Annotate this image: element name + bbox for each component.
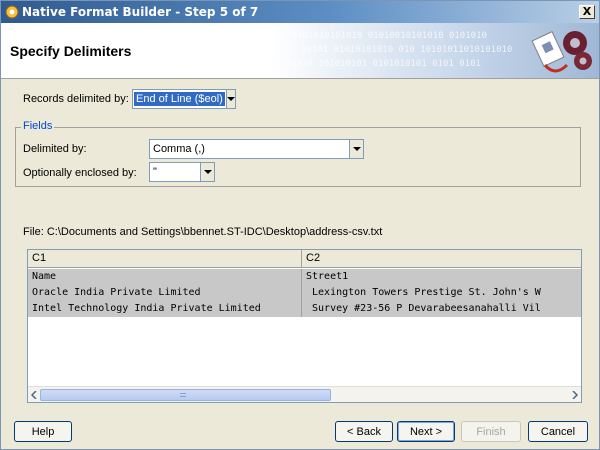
finish-button[interactable]: Finish [461,421,521,442]
enclosed-by-label: Optionally enclosed by: [23,167,137,179]
app-icon [5,5,19,19]
table-cell: Name [28,269,302,285]
records-delimited-label: Records delimited by: [23,93,129,105]
data-preview-table[interactable]: C1 C2 Name Street1 Oracle India Private … [27,249,582,403]
scroll-thumb[interactable] [40,388,331,401]
horizontal-scrollbar[interactable] [28,386,581,402]
table-row[interactable]: Intel Technology India Private Limited S… [28,301,581,317]
wizard-window: Native Format Builder - Step 5 of 7 X 01… [0,0,600,450]
page-title: Specify Delimiters [10,43,132,59]
enclosed-dropdown-arrow[interactable] [200,163,214,181]
back-button[interactable]: < Back [335,421,393,442]
chevron-right-icon [572,390,578,399]
scroll-right-button[interactable] [569,388,581,402]
field-dropdown-arrow[interactable] [349,140,363,158]
cancel-button[interactable]: Cancel [528,421,588,442]
binary-decoration: 0101010 101010101 0101010101 0101 0101 [275,59,481,69]
back-button-label: < Back [347,425,381,438]
fields-group-legend: Fields [21,120,55,132]
cancel-button-label: Cancel [540,425,576,438]
table-cell: Oracle India Private Limited [28,285,302,301]
enclosed-by-value: " [153,166,157,178]
table-header: C1 C2 [28,250,581,268]
next-button-label: Next > [409,425,443,438]
table-cell: Survey #23-56 P Devarabeesanahalli Vil [306,303,541,314]
delimited-by-label: Delimited by: [23,143,87,155]
binary-decoration: 10101 01010101010 010 10101011010101010 [301,45,513,55]
table-row[interactable]: Name Street1 [28,269,581,285]
grip-icon [180,392,186,397]
title-bar[interactable]: Native Format Builder - Step 5 of 7 X [1,1,599,23]
file-path: File: C:\Documents and Settings\bbennet.… [23,226,383,238]
records-delimiter-value: End of Line ($eol) [134,92,225,106]
scroll-track[interactable] [40,388,569,401]
records-delimiter-select[interactable]: End of Line ($eol) [132,89,236,109]
column-header[interactable]: C2 [302,250,581,268]
close-button[interactable]: X [579,5,595,19]
chevron-left-icon [31,390,37,399]
help-button[interactable]: Help [14,421,72,442]
table-row[interactable]: Oracle India Private Limited Lexington T… [28,285,581,301]
chevron-down-icon [203,170,212,174]
help-button-label: Help [31,425,55,438]
binary-decoration: 010101010101010 01010010101010 0101010 [281,31,487,41]
chevron-down-icon [226,97,235,101]
next-button[interactable]: Next > [397,421,455,442]
field-delimiter-select[interactable]: Comma (,) [149,139,364,159]
header-banner: 010101010101010 01010010101010 0101010 1… [1,23,599,79]
scroll-left-button[interactable] [28,388,40,402]
finish-button-label: Finish [476,425,506,438]
table-body: Name Street1 Oracle India Private Limite… [28,269,581,317]
window-title: Native Format Builder - Step 5 of 7 [22,5,259,19]
table-cell: Lexington Towers Prestige St. John's W [306,287,541,298]
table-cell: Intel Technology India Private Limited [28,301,302,317]
column-header[interactable]: C1 [28,250,302,268]
wizard-graphic-icon [531,30,592,73]
enclosed-by-select[interactable]: " [149,162,215,182]
chevron-down-icon [352,147,361,151]
table-cell: Street1 [306,271,349,282]
close-icon: X [582,5,592,18]
records-dropdown-arrow[interactable] [225,90,235,108]
field-delimiter-value: Comma (,) [153,143,205,155]
